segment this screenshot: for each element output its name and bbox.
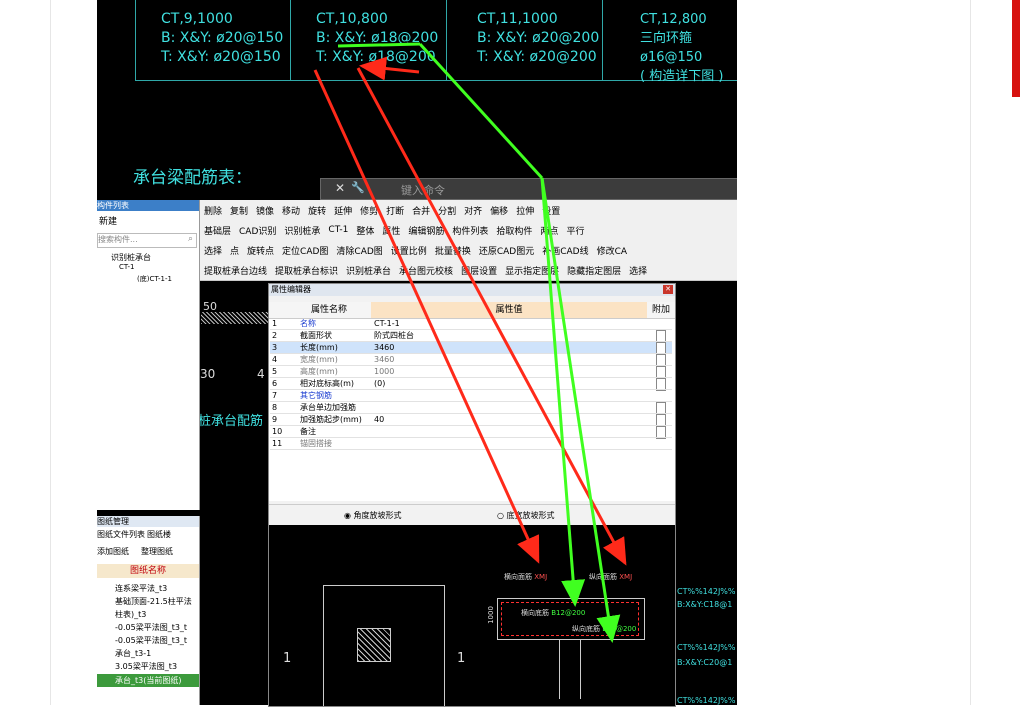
red-arrow-1 [313, 69, 540, 564]
red-arrows [313, 56, 627, 566]
green-arrow-3 [540, 177, 586, 607]
red-arrow-2 [356, 67, 627, 566]
green-arrow-1 [337, 42, 421, 48]
annotation-arrows [313, 42, 627, 643]
red-arrow-3 [359, 56, 420, 81]
green-arrow-4 [540, 177, 621, 643]
green-arrows [337, 42, 621, 643]
green-arrow-2 [418, 42, 544, 180]
